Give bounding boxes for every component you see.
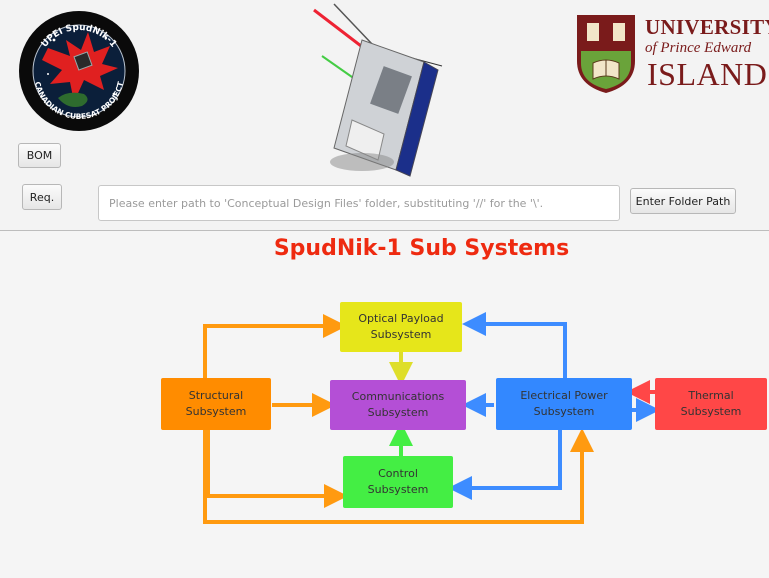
communications-subsystem: Communications Subsystem (330, 380, 466, 430)
box-label-line2: Subsystem (367, 406, 429, 419)
box-label-line1: Control (378, 467, 418, 480)
box-label-line1: Thermal (688, 389, 734, 402)
box-label-line1: Optical Payload (358, 312, 444, 325)
box-label-line2: Subsystem (367, 483, 429, 496)
box-label-line2: Subsystem (680, 405, 742, 418)
optical-payload-subsystem: Optical Payload Subsystem (340, 302, 462, 352)
structural-subsystem: Structural Subsystem (161, 378, 271, 430)
box-label-line2: Subsystem (533, 405, 595, 418)
box-label-line1: Structural (188, 389, 244, 402)
thermal-subsystem: Thermal Subsystem (655, 378, 767, 430)
box-label-line1: Communications (351, 390, 445, 403)
box-label-line2: Subsystem (370, 328, 432, 341)
box-label-line1: Electrical Power (520, 389, 608, 402)
control-subsystem: Control Subsystem (343, 456, 453, 508)
box-label-line2: Subsystem (185, 405, 247, 418)
electrical-power-subsystem: Electrical Power Subsystem (496, 378, 632, 430)
